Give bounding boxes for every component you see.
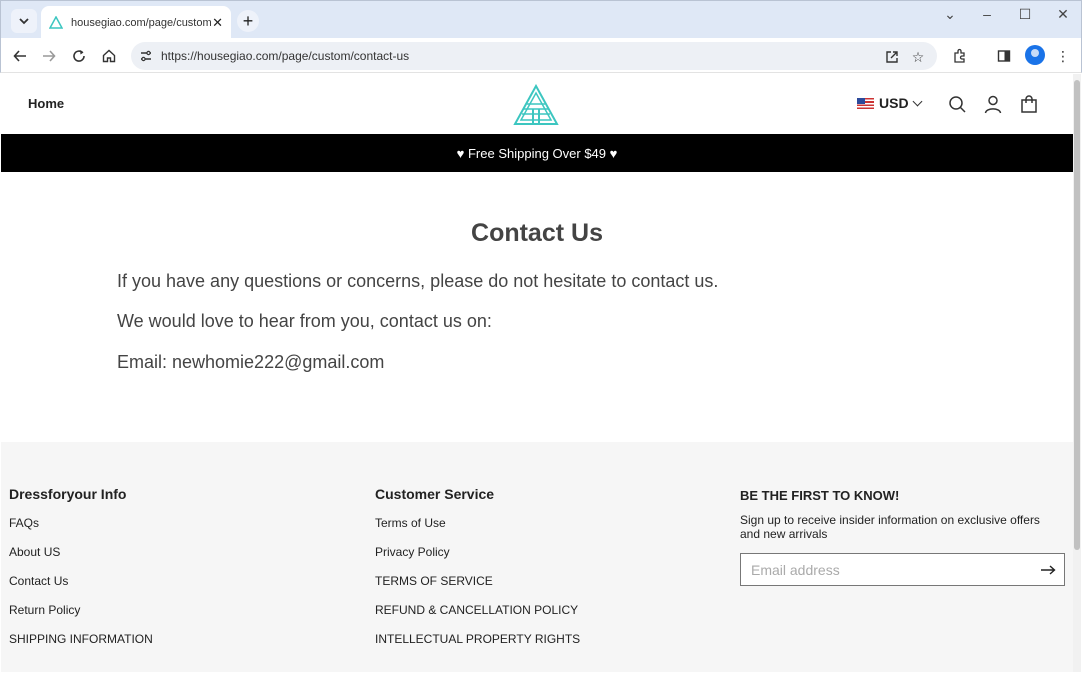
newsletter-heading: BE THE FIRST TO KNOW! xyxy=(740,488,900,503)
address-bar[interactable]: https://housegiao.com/page/custom/contac… xyxy=(131,42,937,70)
footer-link-refund[interactable]: REFUND & CANCELLATION POLICY xyxy=(375,603,580,632)
site-settings-icon[interactable] xyxy=(139,49,153,63)
nav-home-link[interactable]: Home xyxy=(28,96,64,111)
newsletter-subtext: Sign up to receive insider information o… xyxy=(740,513,1040,541)
site-header: Home USD xyxy=(1,74,1073,134)
browser-tab-bar: housegiao.com/page/custom/contact-us ✕ +… xyxy=(0,0,1082,39)
footer-link-shipping[interactable]: SHIPPING INFORMATION xyxy=(9,632,153,661)
site-favicon-icon xyxy=(49,15,63,29)
scrollbar[interactable] xyxy=(1073,74,1081,672)
plus-icon[interactable]: + xyxy=(237,10,259,32)
forward-icon[interactable] xyxy=(38,45,60,67)
footer-link-about[interactable]: About US xyxy=(9,545,153,574)
menu-icon[interactable]: ⋮ xyxy=(1054,47,1072,65)
search-icon[interactable] xyxy=(947,94,967,114)
scrollbar-thumb[interactable] xyxy=(1074,80,1080,550)
newsletter-form xyxy=(740,553,1065,586)
arrow-right-icon[interactable] xyxy=(1040,562,1056,578)
footer-link-terms-of-use[interactable]: Terms of Use xyxy=(375,516,580,545)
home-icon[interactable] xyxy=(98,45,120,67)
page-title: Contact Us xyxy=(471,219,603,247)
chevron-down-icon xyxy=(912,96,923,106)
close-icon[interactable]: ✕ xyxy=(212,15,223,31)
footer-link-return-policy[interactable]: Return Policy xyxy=(9,603,153,632)
profile-icon[interactable] xyxy=(1025,45,1045,65)
footer-heading: Customer Service xyxy=(375,486,495,502)
us-flag-icon xyxy=(857,97,874,109)
web-page: Home USD ♥ Free Shipping Over $49 ♥ Cont… xyxy=(1,74,1073,672)
footer-info-column: Dressforyour Info FAQs About US Contact … xyxy=(9,486,153,661)
share-icon[interactable] xyxy=(883,48,901,66)
footer-link-terms-of-service[interactable]: TERMS OF SERVICE xyxy=(375,574,580,603)
chevron-down-icon[interactable]: ⌄ xyxy=(935,6,965,23)
extensions-icon[interactable] xyxy=(951,47,969,65)
browser-tab[interactable]: housegiao.com/page/custom/contact-us ✕ xyxy=(41,6,231,39)
contact-paragraph: If you have any questions or concerns, p… xyxy=(117,271,719,291)
contact-paragraph: We would love to hear from you, contact … xyxy=(117,311,492,331)
minimize-icon[interactable]: – xyxy=(972,6,1002,22)
reload-icon[interactable] xyxy=(68,45,90,67)
account-icon[interactable] xyxy=(983,94,1003,114)
site-footer: Dressforyour Info FAQs About US Contact … xyxy=(1,442,1073,672)
promo-banner: ♥ Free Shipping Over $49 ♥ xyxy=(1,134,1073,172)
footer-link-contact[interactable]: Contact Us xyxy=(9,574,153,603)
maximize-icon[interactable]: ☐ xyxy=(1010,6,1040,23)
star-icon[interactable]: ☆ xyxy=(909,48,927,66)
footer-service-column: Customer Service Terms of Use Privacy Po… xyxy=(375,486,580,661)
contact-email: Email: newhomie222@gmail.com xyxy=(117,352,385,372)
brand-logo[interactable] xyxy=(513,84,559,126)
tab-title: housegiao.com/page/custom/contact-us xyxy=(71,16,211,29)
window-close-icon[interactable]: ✕ xyxy=(1048,6,1078,23)
browser-toolbar: https://housegiao.com/page/custom/contac… xyxy=(0,38,1082,73)
currency-selector[interactable]: USD xyxy=(857,95,923,111)
footer-link-privacy[interactable]: Privacy Policy xyxy=(375,545,580,574)
tab-search-icon[interactable] xyxy=(11,9,37,33)
newsletter-email-input[interactable] xyxy=(741,554,1021,585)
footer-heading: Dressforyour Info xyxy=(9,486,127,502)
currency-label: USD xyxy=(879,95,909,111)
cart-icon[interactable] xyxy=(1019,94,1039,114)
footer-link-faqs[interactable]: FAQs xyxy=(9,516,153,545)
sidepanel-icon[interactable] xyxy=(995,47,1013,65)
url-text: https://housegiao.com/page/custom/contac… xyxy=(161,49,410,63)
footer-link-ip-rights[interactable]: INTELLECTUAL PROPERTY RIGHTS xyxy=(375,632,580,661)
footer-newsletter-column: BE THE FIRST TO KNOW! Sign up to receive… xyxy=(740,488,1060,541)
back-icon[interactable] xyxy=(9,45,31,67)
